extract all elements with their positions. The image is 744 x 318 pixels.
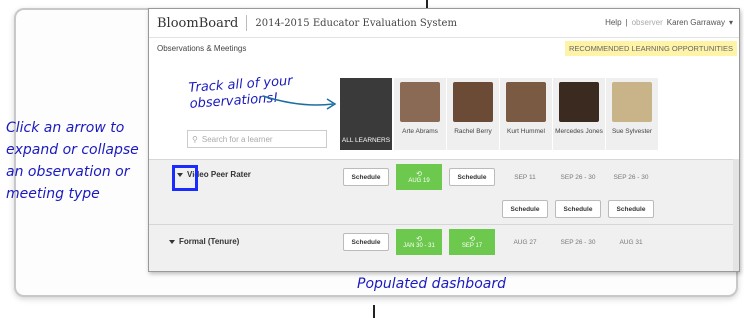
repeat-icon: ⟲ bbox=[416, 170, 422, 178]
observation-badge[interactable]: ⟲ AUG 19 bbox=[396, 164, 442, 190]
learners-row: Track all of your observations! ⚲ Search… bbox=[149, 58, 739, 150]
divider: | bbox=[625, 18, 628, 27]
learner-card[interactable]: Sue Sylvester bbox=[605, 78, 658, 150]
app-window: BloomBoard 2014-2015 Educator Evaluation… bbox=[148, 8, 740, 272]
avatar bbox=[453, 82, 493, 122]
observation-badge[interactable]: ⟲ SEP 17 bbox=[449, 229, 495, 255]
schedule-button[interactable]: Schedule bbox=[555, 200, 601, 218]
chevron-down-icon[interactable]: ▾ bbox=[729, 18, 733, 27]
learner-card[interactable]: Rachel Berry bbox=[446, 78, 499, 150]
search-icon: ⚲ bbox=[192, 134, 198, 144]
learner-name: Arte Abrams bbox=[402, 128, 438, 135]
annotation-bottom: Populated dashboard bbox=[357, 276, 506, 292]
user-menu[interactable]: Help | observer Karen Garraway ▾ bbox=[605, 18, 733, 27]
schedule-button[interactable]: Schedule bbox=[343, 233, 389, 251]
learner-card[interactable]: Kurt Hummel bbox=[499, 78, 552, 150]
avatar bbox=[400, 82, 440, 122]
recommended-link[interactable]: RECOMMENDED LEARNING OPPORTUNITIES bbox=[564, 41, 737, 56]
scrollbar[interactable] bbox=[733, 159, 739, 271]
app-title: 2014-2015 Educator Evaluation System bbox=[255, 17, 457, 29]
all-learners-tab[interactable]: ALL LEARNERS bbox=[340, 78, 392, 150]
section-toggle[interactable]: Formal (Tenure) bbox=[169, 237, 239, 246]
divider bbox=[246, 15, 248, 31]
schedule-button[interactable]: Schedule bbox=[608, 200, 654, 218]
sub-nav: Observations & Meetings RECOMMENDED LEAR… bbox=[149, 38, 739, 58]
top-bar: BloomBoard 2014-2015 Educator Evaluation… bbox=[149, 9, 739, 38]
help-link[interactable]: Help bbox=[605, 18, 621, 27]
all-learners-label: ALL LEARNERS bbox=[341, 137, 391, 144]
search-placeholder: Search for a learner bbox=[201, 134, 273, 144]
avatar bbox=[559, 82, 599, 122]
subnav-title[interactable]: Observations & Meetings bbox=[157, 44, 246, 53]
observation-date: JAN 30 - 31 bbox=[403, 242, 435, 249]
schedule-button[interactable]: Schedule bbox=[343, 168, 389, 186]
learner-card[interactable]: Arte Abrams bbox=[393, 78, 446, 150]
curved-arrow-icon bbox=[262, 95, 337, 110]
observation-date: SEP 11 bbox=[514, 173, 536, 181]
repeat-icon: ⟲ bbox=[416, 235, 422, 243]
schedule-button[interactable]: Schedule bbox=[502, 200, 548, 218]
callout-highlight-box bbox=[172, 165, 198, 191]
schedule-button[interactable]: Schedule bbox=[449, 168, 495, 186]
observation-date: AUG 27 bbox=[513, 238, 537, 246]
observation-date: SEP 26 - 30 bbox=[613, 173, 649, 181]
search-input[interactable]: ⚲ Search for a learner bbox=[187, 130, 327, 148]
observation-date: SEP 26 - 30 bbox=[560, 173, 596, 181]
section-label: Formal (Tenure) bbox=[179, 237, 240, 246]
section-video-peer-rater: Video Peer Rater Schedule ⟲ AUG 19 Sched… bbox=[149, 159, 739, 224]
learner-card[interactable]: Mercedes Jones bbox=[552, 78, 605, 150]
learner-name: Kurt Hummel bbox=[507, 128, 545, 135]
observation-date: SEP 17 bbox=[461, 242, 483, 249]
avatar bbox=[612, 82, 652, 122]
caret-down-icon[interactable] bbox=[169, 239, 175, 244]
learner-name: Mercedes Jones bbox=[555, 128, 603, 135]
observation-date: AUG 19 bbox=[408, 177, 430, 184]
user-name[interactable]: Karen Garraway bbox=[667, 18, 725, 27]
observation-date: AUG 31 bbox=[619, 238, 643, 246]
annotation-left: Click an arrow to expand or collapse an … bbox=[6, 120, 139, 202]
observer-label: observer bbox=[631, 18, 663, 27]
repeat-icon: ⟲ bbox=[469, 235, 475, 243]
observation-badge[interactable]: ⟲ JAN 30 - 31 bbox=[396, 229, 442, 255]
learner-name: Rachel Berry bbox=[454, 128, 492, 135]
logo[interactable]: BloomBoard bbox=[157, 16, 238, 31]
section-formal-tenure: Formal (Tenure) Schedule ⟲ JAN 30 - 31 ⟲… bbox=[149, 224, 739, 271]
connector-line-bottom bbox=[373, 305, 375, 318]
learner-name: Sue Sylvester bbox=[611, 128, 653, 135]
observation-date: SEP 26 - 30 bbox=[560, 238, 596, 246]
avatar bbox=[506, 82, 546, 122]
